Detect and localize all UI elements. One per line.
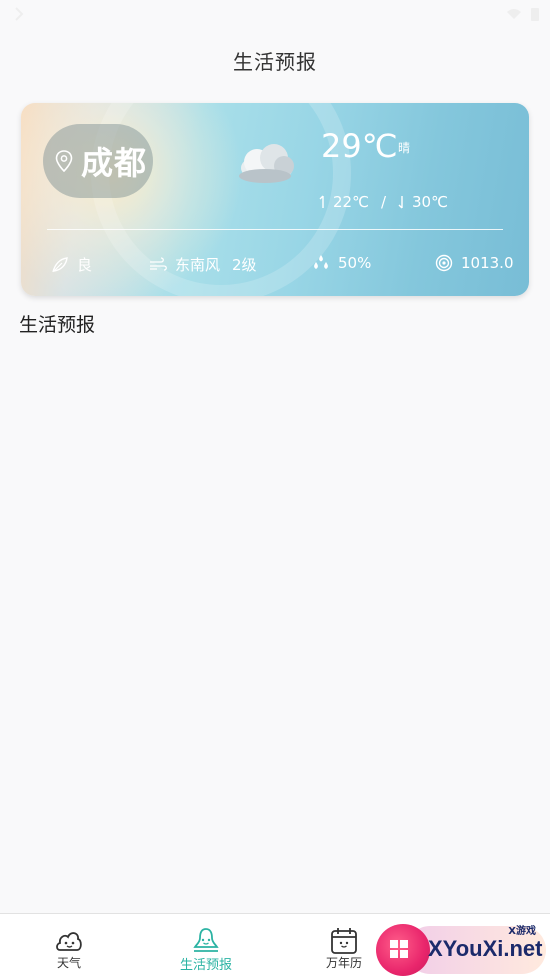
gamepad-icon <box>390 940 408 958</box>
temperature-range: 22℃ / 30℃ <box>319 193 448 211</box>
air-quality-value: 良 <box>77 256 93 274</box>
wind-icon <box>150 256 167 271</box>
arrow-down-icon <box>398 196 403 209</box>
humidity-value: 50% <box>338 254 372 272</box>
page-title: 生活预报 <box>233 50 317 74</box>
watermark-small-text: X游戏 <box>508 926 536 937</box>
pressure-icon <box>435 254 453 272</box>
tab-calendar-label: 万年历 <box>325 956 362 970</box>
arrow-up-icon <box>319 195 324 208</box>
city-selector[interactable]: 成都 <box>43 124 153 198</box>
air-quality-stat: 良 <box>51 254 92 275</box>
range-separator: / <box>380 193 386 211</box>
gamepad-logo-icon <box>376 924 430 976</box>
wind-level: 2级 <box>232 256 257 274</box>
current-temperature: 29℃ <box>321 127 398 165</box>
tab-weather[interactable]: 天气 <box>9 914 129 979</box>
cloud-icon <box>239 144 294 183</box>
status-icons <box>506 6 540 22</box>
weather-stats: 良 东南风 2级 50% 1013.0 <box>21 254 529 278</box>
humidity-stat: 50% <box>312 254 371 272</box>
weather-card[interactable]: 成都 29℃ 晴 22℃ / 30℃ 良 东南风 2级 50% 1013.0 <box>21 103 529 296</box>
pressure-value: 1013.0 <box>461 254 514 272</box>
weather-face-icon <box>56 932 82 951</box>
app-screen: 生活预报 成都 29℃ 晴 22℃ / 30℃ 良 东南风 2级 50% 101… <box>0 0 550 979</box>
section-heading: 生活预报 <box>19 314 96 336</box>
battery-icon <box>531 8 539 21</box>
wind-stat: 东南风 2级 <box>149 254 257 275</box>
water-drops-icon <box>314 255 328 269</box>
temp-low: 22℃ <box>333 193 369 211</box>
city-name: 成都 <box>81 144 148 182</box>
tab-life-forecast[interactable]: 生活预报 <box>146 914 266 979</box>
watermark-text: XYouXi.net <box>428 936 543 961</box>
leaf-icon <box>52 256 68 272</box>
tab-life-forecast-label: 生活预报 <box>179 958 232 973</box>
location-pin-icon <box>55 150 73 172</box>
pressure-stat: 1013.0 <box>435 254 514 272</box>
weather-condition: 晴 <box>398 141 411 155</box>
temp-high: 30℃ <box>412 193 448 211</box>
status-bar <box>0 0 550 30</box>
wind-direction: 东南风 <box>175 256 221 274</box>
card-divider <box>47 229 503 230</box>
calendar-face-icon <box>331 928 357 954</box>
notification-icon <box>15 7 24 21</box>
bell-face-icon <box>193 928 219 952</box>
tab-weather-label: 天气 <box>56 956 81 970</box>
site-watermark: XYouXi.net X游戏 <box>376 920 550 979</box>
wifi-icon <box>507 9 521 19</box>
